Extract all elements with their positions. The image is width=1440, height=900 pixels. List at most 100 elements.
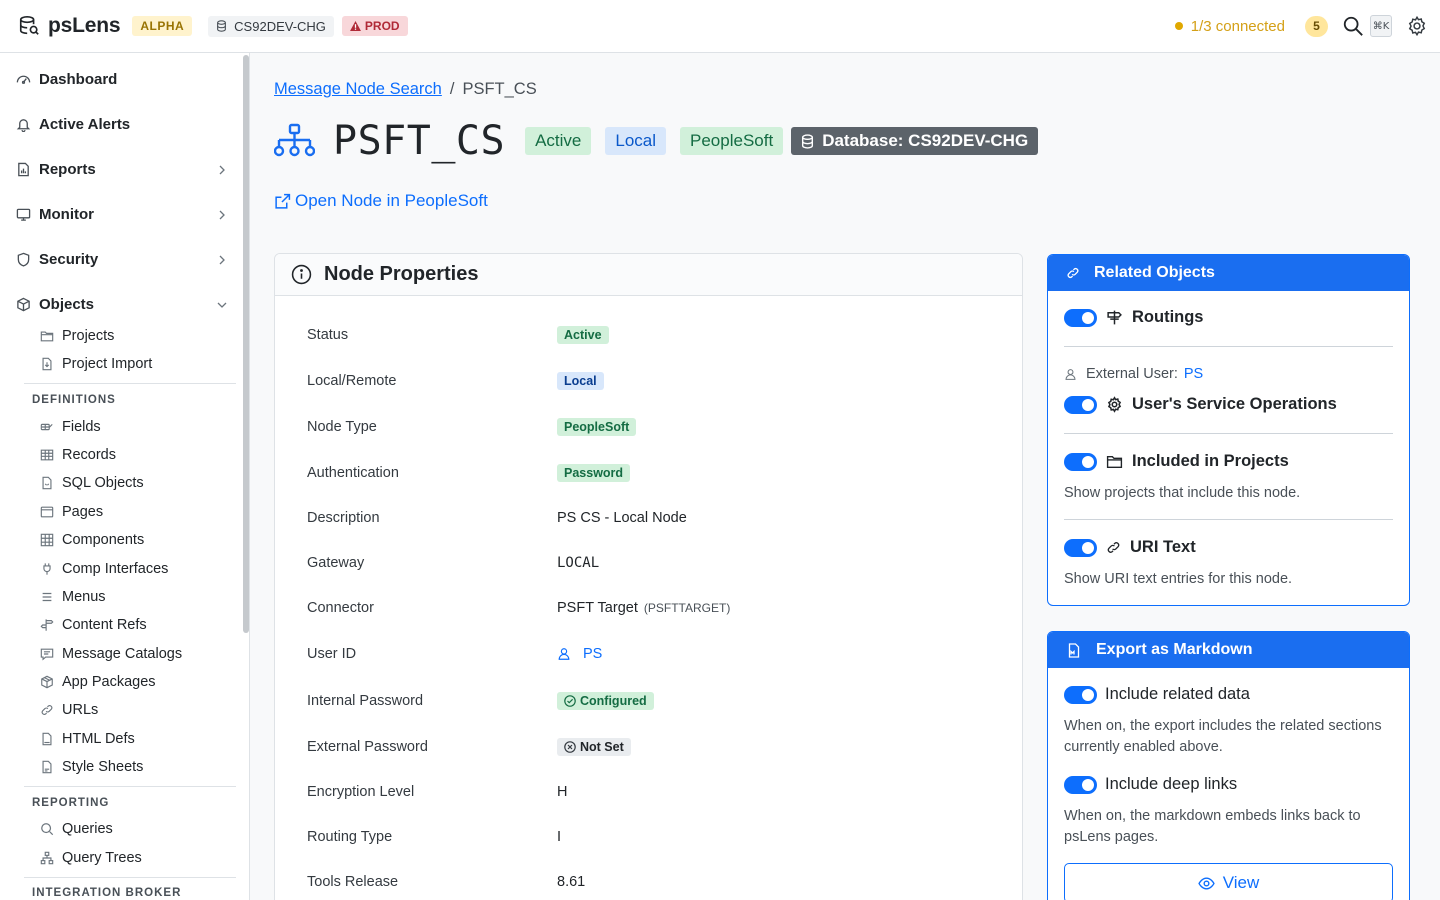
projects-toggle[interactable] [1064,452,1097,471]
sidebar-item-fields[interactable]: Fields [40,419,101,435]
folder-icon [1106,456,1123,469]
user-id-link[interactable]: PS [557,646,602,662]
gear-icon[interactable] [1406,15,1428,37]
include-related-label: Include related data [1105,685,1250,703]
external-user-link[interactable]: PS [1184,366,1203,382]
node-properties-title: Node Properties [324,263,479,285]
sidebar-item-content-refs[interactable]: Content Refs [40,617,147,633]
uri-text-label: URI Text [1130,538,1196,556]
open-in-peoplesoft-link[interactable]: Open Node in PeopleSoft [274,191,488,211]
brand[interactable]: psLens [18,14,121,38]
menu-icon [42,592,52,602]
routing-type-value: I [557,829,562,845]
node-properties-card: Node Properties Status Active Local/Remo… [274,253,1023,900]
routings-toggle[interactable] [1064,308,1097,327]
include-links-toggle[interactable] [1064,775,1097,794]
check-circle-icon [564,695,576,707]
property-label: Authentication [307,465,399,481]
property-row-tools-release: Tools Release 8.61 [307,874,1007,890]
property-label: Gateway [307,555,365,571]
breadcrumb-link-message-node-search[interactable]: Message Node Search [274,80,442,99]
sidebar-item-dashboard[interactable]: Dashboard [16,71,228,88]
external-password-value: Not Set [580,740,624,754]
external-password-badge: Not Set [557,738,631,756]
property-label: User ID [307,646,357,662]
include-related-toggle[interactable] [1064,685,1097,704]
connection-status[interactable]: 1/3 connected [1174,18,1285,35]
alpha-badge: ALPHA [132,16,193,36]
bell-icon [16,119,31,132]
sidebar-item-label: Content Refs [62,617,147,633]
routings-label: Routings [1132,308,1204,326]
search-icon[interactable] [1342,15,1364,37]
view-button-label: View [1222,873,1260,892]
database-tag-label: Database: CS92DEV-CHG [822,131,1029,150]
sidebar-item-records[interactable]: Records [40,447,116,463]
breadcrumb: Message Node Search / PSFT_CS [274,80,537,99]
external-user-label: External User: [1086,366,1178,382]
tools-release-value: 8.61 [557,874,586,890]
sidebar-item-pages[interactable]: Pages [40,504,103,520]
sidebar-item-components[interactable]: Components [40,532,144,548]
include-links-toggle-row: Include deep links [1064,775,1237,794]
sidebar-item-html-defs[interactable]: HTML Defs [40,731,135,747]
sidebar-item-query-trees[interactable]: Query Trees [40,850,142,866]
cube-icon [17,297,30,312]
sidebar-item-label: Reports [39,161,96,178]
top-navbar: psLens ALPHA CS92DEV-CHG PROD 1/3 connec… [0,0,1440,53]
sidebar-item-label: Components [62,532,145,548]
sidebar-item-label: URLs [62,702,99,718]
link-icon [1107,542,1120,553]
sidebar-item-urls[interactable]: URLs [40,702,98,718]
page-title: PSFT_CS [333,118,506,164]
property-row-node-type: Node Type PeopleSoft [307,418,1007,436]
sidebar-item-objects[interactable]: Objects [16,296,228,313]
notification-count-badge[interactable]: 5 [1305,15,1328,37]
service-ops-toggle[interactable] [1064,395,1097,414]
sidebar-item-label: Active Alerts [39,116,131,133]
grid-icon [40,533,54,547]
sidebar-item-menus[interactable]: Menus [40,589,106,605]
html-file-icon [42,732,52,746]
sidebar-divider [24,383,236,384]
sidebar-item-message-catalogs[interactable]: Message Catalogs [40,646,182,662]
database-selector[interactable]: CS92DEV-CHG [208,15,334,37]
view-button[interactable]: View [1064,863,1393,900]
property-label: Local/Remote [307,373,397,389]
uri-text-toggle[interactable] [1064,538,1097,557]
status-dot-icon [1174,22,1183,30]
sidebar-item-sql-objects[interactable]: SQL Objects [40,475,144,491]
markdown-file-icon [1068,642,1080,658]
sidebar-heading-integration-broker: INTEGRATION BROKER [32,887,182,899]
sidebar-item-project-import[interactable]: Project Import [40,356,152,372]
database-name: CS92DEV-CHG [234,18,326,34]
sidebar-item-queries[interactable]: Queries [40,821,113,837]
chevron-right-icon [219,165,225,174]
folder-icon [40,331,54,342]
report-icon [18,162,29,177]
sidebar-item-style-sheets[interactable]: Style Sheets [40,759,143,775]
command-shortcut[interactable]: ⌘K [1370,15,1392,37]
routings-toggle-row: Routings [1064,308,1204,327]
tree-icon [40,851,54,865]
sidebar-item-monitor[interactable]: Monitor [16,206,228,223]
service-ops-label: User's Service Operations [1132,395,1337,413]
sidebar-item-reports[interactable]: Reports [16,161,228,178]
projects-description: Show projects that include this node. [1064,485,1301,501]
sidebar-item-label: Menus [62,589,106,605]
sidebar-divider [24,877,236,878]
sidebar-item-projects[interactable]: Projects [40,328,114,344]
sidebar-scrollbar[interactable] [243,55,249,633]
breadcrumb-separator: / [449,80,455,98]
related-divider [1064,346,1393,347]
sidebar-item-active-alerts[interactable]: Active Alerts [16,116,228,133]
message-icon [40,648,54,661]
sidebar-item-comp-interfaces[interactable]: Comp Interfaces [40,561,168,577]
css-file-icon [42,760,52,774]
internal-password-value: Configured [580,694,647,708]
sidebar-item-security[interactable]: Security [16,251,228,268]
sidebar-item-app-packages[interactable]: App Packages [40,674,156,690]
node-type-tag: PeopleSoft [680,127,784,155]
warning-icon [349,21,361,31]
sidebar-item-label: Monitor [39,206,94,223]
